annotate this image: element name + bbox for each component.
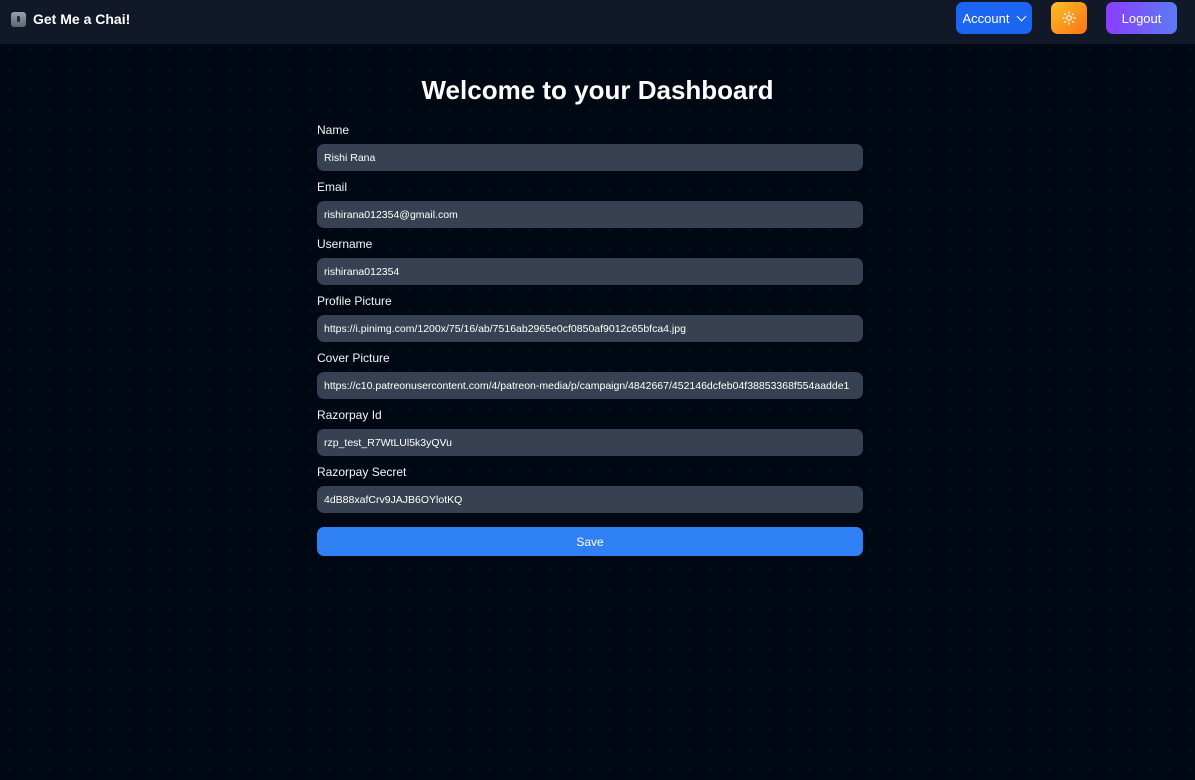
profile-picture-label: Profile Picture (317, 294, 392, 308)
razorpay-secret-field[interactable] (317, 486, 863, 513)
cover-picture-field[interactable] (317, 372, 863, 399)
cover-picture-label: Cover Picture (317, 351, 390, 365)
profile-picture-field[interactable] (317, 315, 863, 342)
email-label: Email (317, 180, 348, 194)
navbar: Get Me a Chai! Account Logout (0, 0, 1195, 44)
name-field[interactable] (317, 144, 863, 171)
name-label: Name (317, 123, 350, 137)
username-field[interactable] (317, 258, 863, 285)
username-label: Username (317, 237, 373, 251)
account-dropdown-button[interactable]: Account (956, 2, 1032, 34)
razorpay-id-field[interactable] (317, 429, 863, 456)
brand-name: Get Me a Chai! (33, 10, 131, 27)
email-field[interactable] (317, 201, 863, 228)
logout-button[interactable]: Logout (1106, 2, 1177, 34)
account-label: Account (962, 10, 1010, 26)
dashboard-form: Name Email Username Profile Picture Cove… (317, 120, 863, 556)
page-title: Welcome to your Dashboard (421, 75, 774, 105)
theme-toggle-button[interactable] (1051, 2, 1087, 34)
razorpay-id-label: Razorpay Id (317, 408, 382, 422)
chevron-down-icon (1017, 11, 1027, 21)
kettle-icon (11, 12, 26, 27)
logout-label: Logout (1121, 10, 1162, 26)
save-button[interactable]: Save (317, 527, 863, 556)
sun-icon (1062, 11, 1076, 25)
brand-logo-link[interactable]: Get Me a Chai! (11, 10, 130, 27)
razorpay-secret-label: Razorpay Secret (317, 465, 407, 479)
